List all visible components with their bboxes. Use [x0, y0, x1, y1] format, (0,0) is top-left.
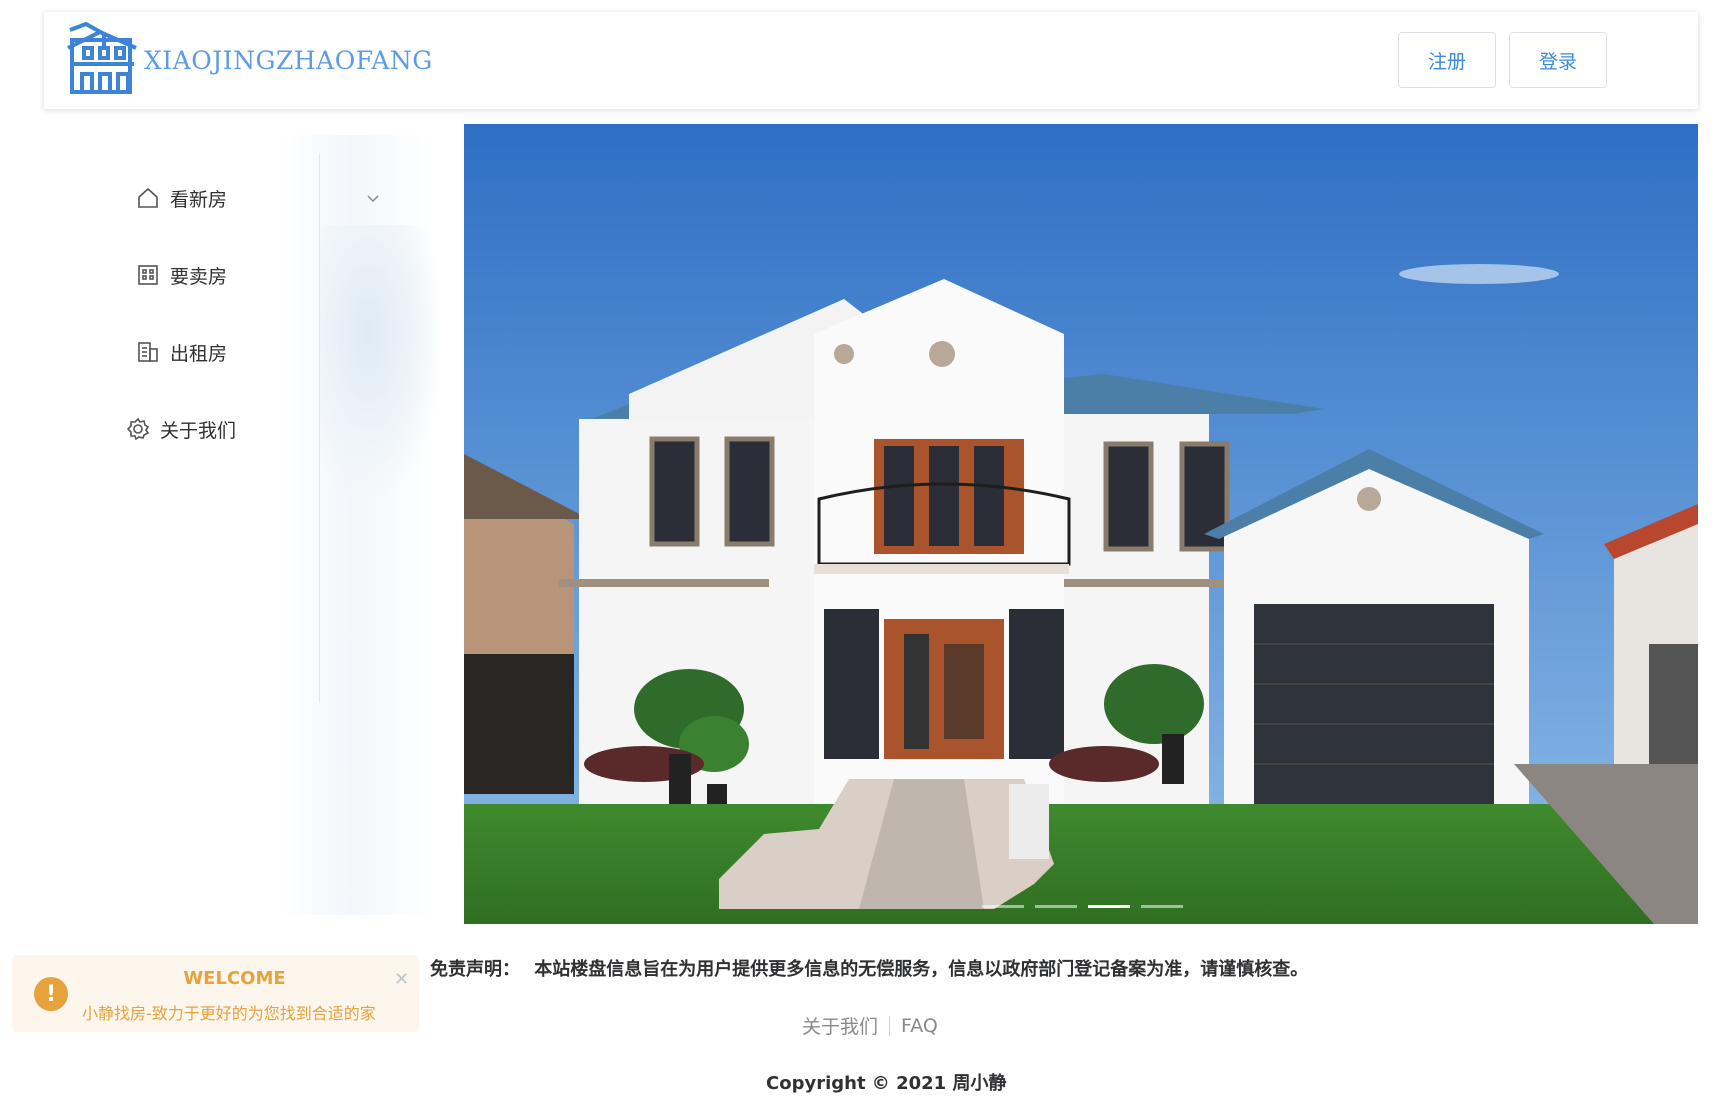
top-header: XIAOJINGZHAOFANG 注册 登录 — [44, 12, 1698, 109]
logo-text: XIAOJINGZHAOFANG — [144, 45, 433, 75]
menu-item-rental[interactable]: 出租房 — [136, 327, 227, 377]
sidebar-divider — [319, 153, 320, 703]
menu-item-about-us[interactable]: 关于我们 — [126, 404, 236, 454]
login-button[interactable]: 登录 — [1509, 32, 1607, 88]
register-button[interactable]: 注册 — [1398, 32, 1496, 88]
site-logo[interactable]: XIAOJINGZHAOFANG — [64, 20, 433, 100]
carousel-indicator[interactable] — [982, 905, 1024, 908]
footer-about-link[interactable]: 关于我们 — [802, 1012, 878, 1039]
menu-item-sell-home[interactable]: 要卖房 — [136, 250, 227, 300]
menu-item-label: 看新房 — [170, 188, 228, 211]
house-logo-icon — [64, 20, 142, 100]
menu-item-label: 关于我们 — [160, 419, 237, 442]
menu-item-label: 出租房 — [170, 342, 228, 365]
footer-links: 关于我们 FAQ — [802, 1012, 938, 1039]
notification-message: 小静找房-致力于更好的为您找到合适的家 — [82, 1004, 376, 1023]
footer-faq-link[interactable]: FAQ — [901, 1015, 938, 1037]
house-photo — [464, 124, 1698, 924]
carousel-indicator[interactable] — [1141, 905, 1183, 908]
carousel-indicator-active[interactable] — [1088, 905, 1130, 908]
disclaimer-text: 本站楼盘信息旨在为用户提供更多信息的无偿服务，信息以政府部门登记备案为准，请谨慎… — [534, 959, 1309, 980]
sidebar-cloud-decoration — [320, 225, 440, 495]
carousel-indicator[interactable] — [1035, 905, 1077, 908]
hero-carousel[interactable] — [464, 124, 1698, 924]
carousel-indicators — [982, 905, 1183, 908]
copyright: Copyright © 2021 周小静 — [766, 1073, 1007, 1094]
menu-item-label: 要卖房 — [170, 265, 228, 288]
welcome-notification: ! WELCOME 小静找房-致力于更好的为您找到合适的家 ✕ — [12, 955, 419, 1032]
building-icon — [136, 263, 160, 287]
chevron-down-icon — [366, 189, 380, 211]
menu-item-new-homes[interactable]: 看新房 — [136, 173, 379, 223]
home-icon — [136, 186, 160, 210]
close-icon[interactable]: ✕ — [394, 969, 409, 990]
gear-icon — [126, 417, 150, 441]
footer-separator — [889, 1015, 891, 1036]
office-icon — [136, 340, 160, 364]
disclaimer: 免责声明： 本站楼盘信息旨在为用户提供更多信息的无偿服务，信息以政府部门登记备案… — [430, 955, 1308, 981]
notification-title: WELCOME — [183, 968, 286, 989]
